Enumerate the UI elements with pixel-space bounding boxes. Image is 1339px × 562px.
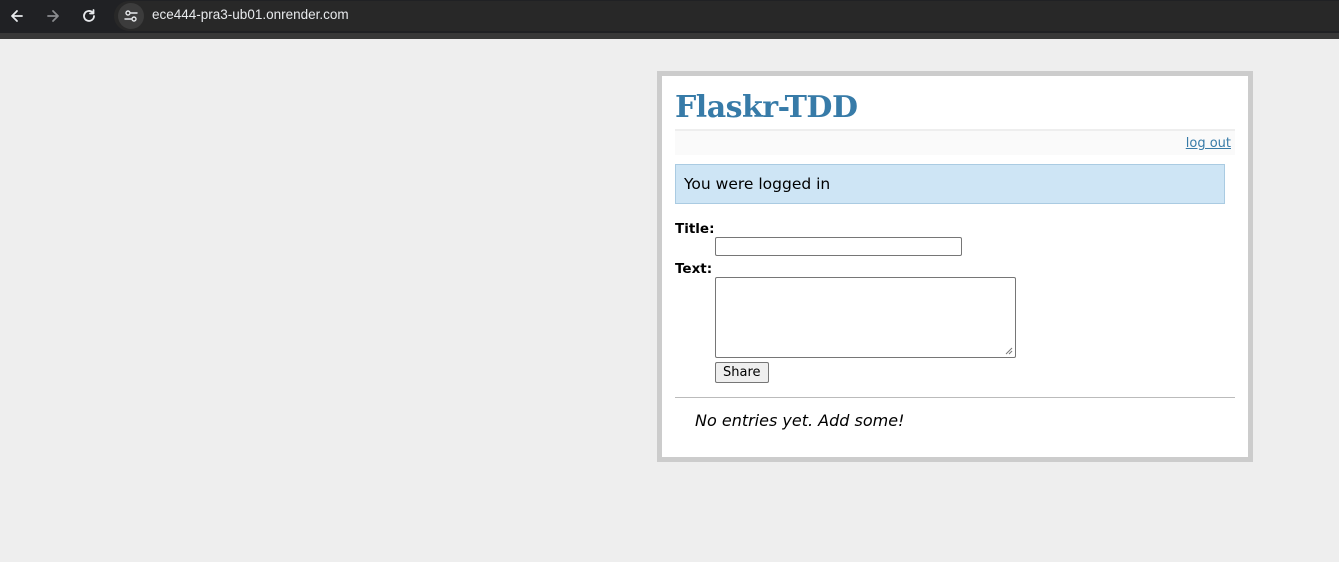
forward-arrow-icon <box>47 10 59 22</box>
flash-message: You were logged in <box>675 164 1225 204</box>
text-label: Text: <box>675 261 713 277</box>
toolbar-divider <box>0 33 1339 39</box>
back-button[interactable] <box>5 4 29 28</box>
site-settings-icon <box>124 10 138 22</box>
entries-divider <box>675 397 1235 398</box>
reload-button[interactable] <box>77 4 101 28</box>
text-input[interactable] <box>715 277 1016 358</box>
forward-button[interactable] <box>41 4 65 28</box>
reload-icon <box>83 9 95 22</box>
meta-nav: log out <box>675 129 1235 155</box>
logout-link[interactable]: log out <box>1186 136 1231 151</box>
browser-toolbar: ece444-pra3-ub01.onrender.com <box>0 0 1339 33</box>
entries-empty-message: No entries yet. Add some! <box>695 411 905 430</box>
resize-handle-icon[interactable] <box>1005 347 1013 355</box>
page-title: Flaskr-TDD <box>675 90 858 125</box>
back-arrow-icon <box>11 10 23 22</box>
share-button[interactable]: Share <box>715 362 769 383</box>
title-label: Title: <box>675 221 715 237</box>
page-container: Flaskr-TDD log out You were logged in Ti… <box>657 71 1253 462</box>
url-text[interactable]: ece444-pra3-ub01.onrender.com <box>152 7 349 22</box>
site-info-button[interactable] <box>118 3 144 29</box>
title-input[interactable] <box>715 237 962 256</box>
